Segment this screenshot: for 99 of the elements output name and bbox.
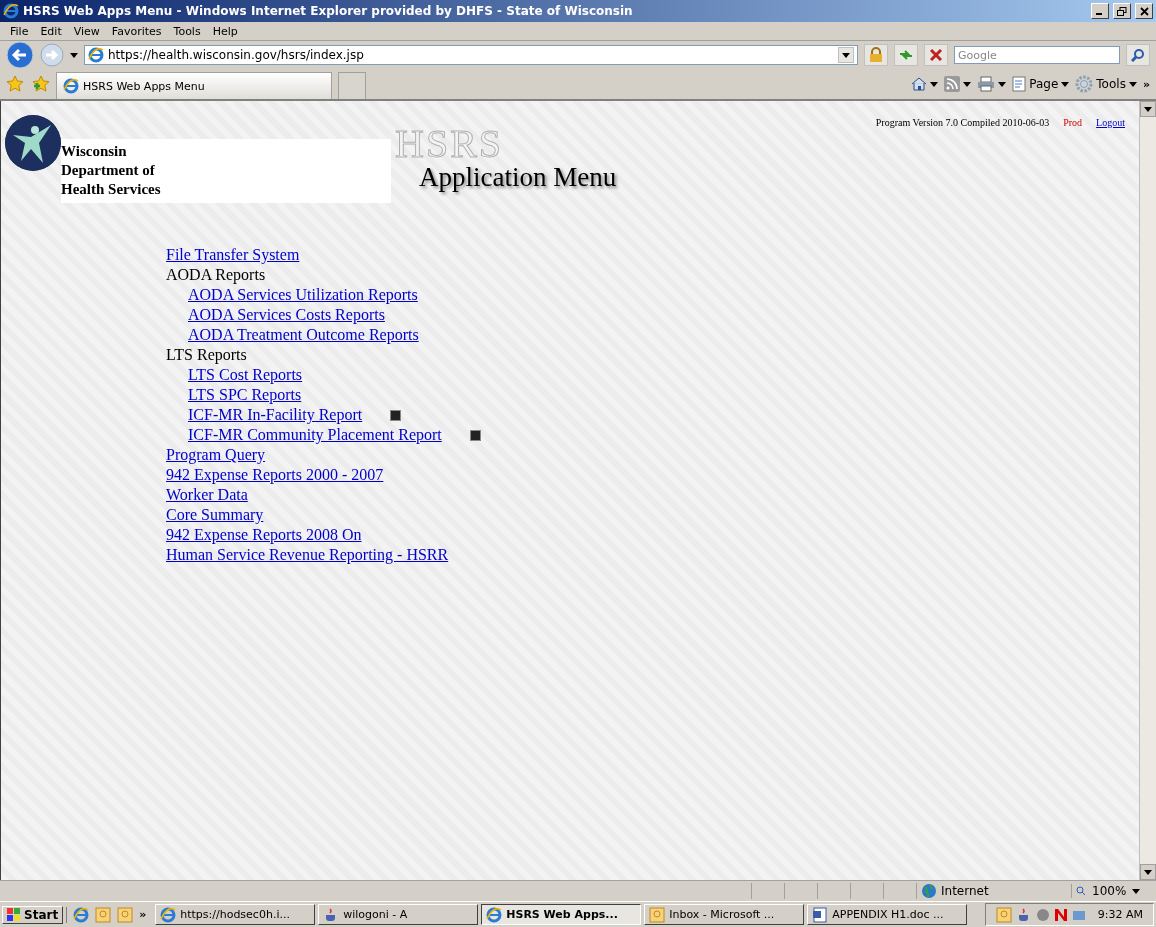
menu-link[interactable]: AODA Treatment Outcome Reports [188,325,419,345]
caret-icon [1144,106,1152,112]
menu-link[interactable]: LTS SPC Reports [188,385,302,405]
globe-icon [921,883,937,899]
menu-item[interactable]: View [67,23,106,39]
mail-icon [117,906,134,923]
taskbar-button[interactable]: HSRS Web Apps... [481,904,642,925]
page-icon [1012,76,1027,92]
feed-icon[interactable] [944,76,961,92]
new-tab-button[interactable] [338,72,366,99]
menu-link[interactable]: Worker Data [166,485,248,505]
search-field[interactable]: Google [954,46,1120,64]
menu-heading: LTS Reports [166,345,248,365]
caret-icon [1132,888,1141,894]
tools-menu-button[interactable]: Tools [1075,75,1126,93]
menu-link[interactable]: 942 Expense Reports 2008 On [166,525,362,545]
forward-button[interactable] [40,43,64,67]
ie-icon [160,906,177,923]
menu-link[interactable]: File Transfer System [166,245,300,265]
restore-icon [1117,6,1127,16]
star-icon[interactable] [6,75,24,93]
menu-link[interactable]: ICF-MR In-Facility Report [188,405,363,425]
menu-item[interactable]: Tools [167,23,207,39]
org-name-line: Wisconsin [61,142,128,161]
menu-link[interactable]: AODA Services Costs Reports [188,305,385,325]
browser-tab[interactable]: HSRS Web Apps Menu [56,72,332,99]
menu-heading: AODA Reports [166,265,267,285]
caret-icon [1061,81,1070,87]
caret-icon [930,81,939,87]
ie-icon [73,906,90,923]
browser-icon [3,3,19,19]
person-logo-icon [5,115,61,171]
padlock-icon [869,47,883,63]
menu-link[interactable]: 942 Expense Reports 2000 - 2007 [166,465,384,485]
close-icon [1139,6,1149,16]
menu-link[interactable]: ICF-MR Community Placement Report [188,425,442,445]
caret-icon [70,52,78,58]
start-button[interactable]: Start [2,905,64,924]
stop-button[interactable] [924,44,948,66]
security-zone: Internet [941,884,989,898]
printer-icon[interactable] [977,76,996,92]
menu-link[interactable]: Core Summary [166,505,264,525]
taskbar-button[interactable]: wilogoni - A [318,904,479,925]
logout-link[interactable]: Logout [1096,117,1125,128]
lock-button[interactable] [864,44,888,66]
environment-label: Prod [1063,117,1083,128]
document-icon [812,906,829,923]
dropdown-button[interactable] [838,47,854,63]
restore-button[interactable] [1113,3,1131,19]
logo-text: HSRS [395,129,504,159]
taskbar-button[interactable]: APPENDIX H1.doc ... [807,904,968,925]
version-info: Program Version 7.0 Compiled 2010-06-03 [875,117,1050,128]
menu-item[interactable]: Edit [34,23,68,39]
ie-icon [63,78,79,94]
page-icon [88,47,104,63]
clock: 9:32 AM [1097,908,1143,921]
page-menu-button[interactable]: Page [1012,76,1059,92]
ie-icon [486,906,503,923]
windows-logo-icon [7,907,21,922]
tray-icon[interactable] [1035,907,1050,922]
menu-item[interactable]: File [4,23,35,39]
org-name-line: Health Services [61,180,162,199]
scrollbar[interactable] [1139,101,1156,880]
add-favorite-icon[interactable] [32,75,50,93]
search-icon [1131,48,1145,62]
home-icon[interactable] [911,76,928,92]
overflow-chevron[interactable]: » [139,908,147,921]
n-logo-icon[interactable] [1053,907,1068,922]
mail-icon [649,906,666,923]
caret-icon [998,81,1007,87]
gear-icon [1075,75,1094,93]
menu-link[interactable]: Program Query [166,445,266,465]
caret-icon [842,52,850,58]
menu-link[interactable]: LTS Cost Reports [188,365,303,385]
mail-icon [95,906,112,923]
back-button[interactable] [6,41,34,69]
menu-item[interactable]: Help [206,23,244,39]
org-name-line: Department of [61,161,156,180]
search-button[interactable] [1126,44,1150,66]
menu-link[interactable]: AODA Services Utilization Reports [188,285,418,305]
window-title: HSRS Web Apps Menu - Windows Internet Explorer provided by DHFS - State of Wisconsin [23,4,634,18]
taskbar-button[interactable]: Inbox - Microsoft ... [644,904,805,925]
caret-icon [1128,81,1137,87]
magnifier-icon [1076,886,1086,896]
refresh-icon [898,48,914,62]
page-heading: Application Menu [419,161,617,193]
menu-link[interactable]: Human Service Revenue Reporting - HSRR [166,545,449,565]
overflow-chevron[interactable]: » [1142,77,1150,91]
menu-item[interactable]: Favorites [105,23,168,39]
stop-icon [930,49,942,61]
caret-icon [963,81,972,87]
mail-icon [995,906,1012,923]
zoom-control[interactable]: 100% [1071,884,1156,898]
address-field[interactable]: https://health.wisconsin.gov/hsrs/index.jsp [84,45,858,65]
taskbar-button[interactable]: https://hodsec0h.i... [155,904,316,925]
caret-icon [1144,869,1152,875]
close-button[interactable] [1135,3,1153,19]
refresh-button[interactable] [894,44,918,66]
minimize-button[interactable] [1091,3,1109,19]
